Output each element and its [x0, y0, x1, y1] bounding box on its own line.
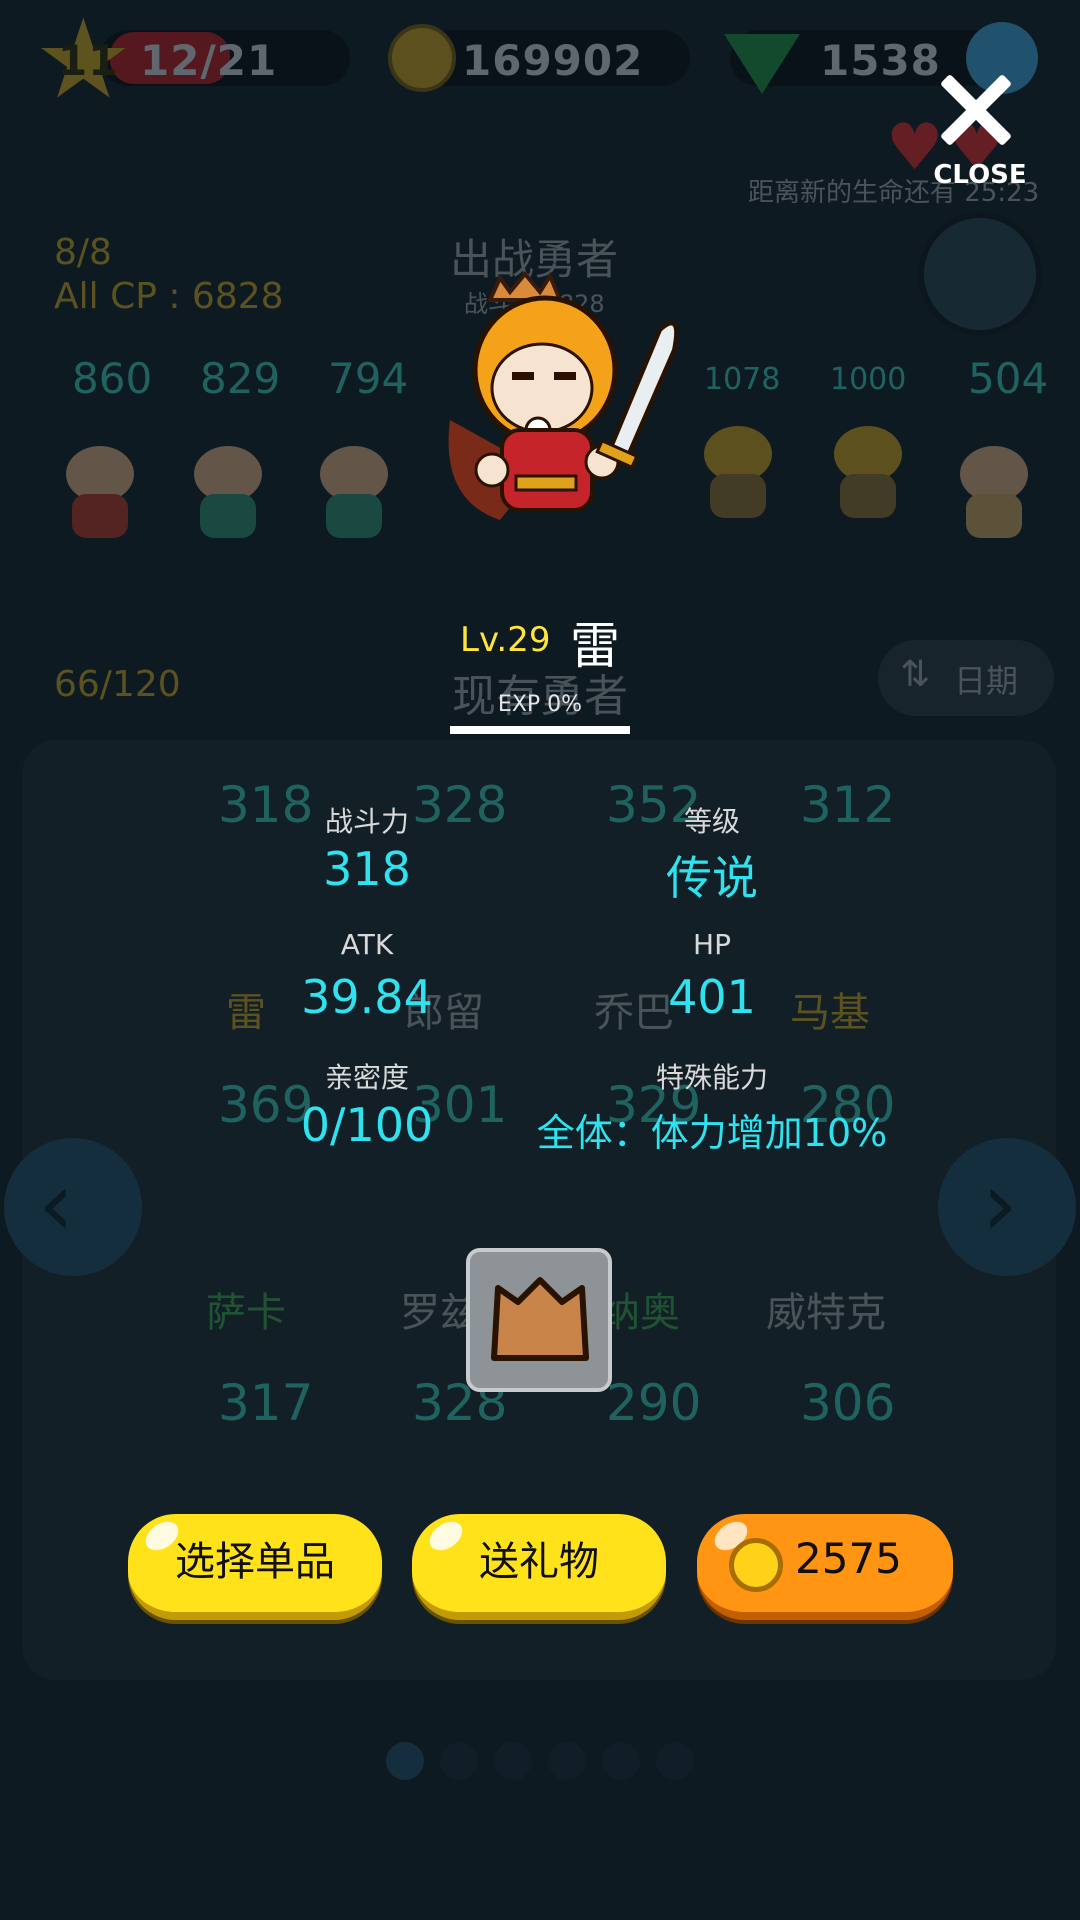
grid-cp: 290 [606, 1374, 702, 1432]
coin-icon [388, 24, 456, 92]
team-cp: 1000 [830, 362, 907, 397]
exp-bar [450, 726, 630, 734]
select-item-label: 选择单品 [175, 1539, 335, 1585]
coin-count: 169902 [462, 36, 644, 85]
stat-label-power: 战斗力 [324, 805, 409, 838]
next-page-button[interactable]: › [938, 1138, 1076, 1276]
sort-icon: ⇅ [900, 654, 931, 695]
page-dot[interactable] [440, 1742, 478, 1780]
team-cp: 829 [200, 354, 281, 403]
stat-value-grade: 传说 [666, 851, 758, 905]
team-cp: 860 [72, 354, 153, 403]
grid-hero-name: 萨卡 [206, 1290, 286, 1336]
exp-label: EXP 0% [497, 692, 583, 717]
sort-button[interactable]: ⇅ 日期 [878, 640, 1054, 716]
close-icon[interactable] [935, 70, 1015, 150]
buy-button[interactable]: 2575 [697, 1514, 953, 1620]
send-gift-label: 送礼物 [479, 1539, 599, 1585]
team-hero[interactable] [306, 440, 402, 540]
select-item-button[interactable]: 选择单品 [128, 1514, 382, 1620]
hero-level: Lv.29 [460, 620, 551, 660]
sort-label: 日期 [954, 662, 1019, 700]
chevron-right-icon: › [982, 1152, 1018, 1257]
grid-cp: 306 [800, 1374, 896, 1432]
team-cp: 1078 [704, 362, 781, 397]
stat-value-affinity: 0/100 [300, 1098, 434, 1152]
sword-icon [607, 321, 679, 463]
prev-page-button[interactable]: ‹ [4, 1138, 142, 1276]
send-gift-button[interactable]: 送礼物 [412, 1514, 666, 1620]
grid-hero-name: 纳奥 [600, 1290, 680, 1336]
team-hero[interactable] [820, 420, 916, 520]
grid-hero-name: 威特克 [766, 1290, 886, 1336]
stat-label-skill: 特殊能力 [655, 1061, 768, 1094]
page-dot[interactable] [494, 1742, 532, 1780]
team-hero[interactable] [180, 440, 276, 540]
hero-name: 雷 [570, 617, 620, 675]
hero-body [500, 428, 594, 512]
page-dot[interactable] [656, 1742, 694, 1780]
team-cp: 794 [328, 354, 409, 403]
buy-price: 2575 [795, 1534, 902, 1583]
stat-label-atk: ATK [340, 928, 394, 961]
equipped-item-slot[interactable] [466, 1248, 612, 1392]
player-level: 11 [58, 36, 119, 85]
team-hero[interactable] [52, 440, 148, 540]
team-close-button[interactable] [918, 212, 1042, 336]
stamina-value: 12/21 [140, 36, 278, 85]
gem-icon [724, 34, 800, 94]
stat-value-skill: 全体：体力增加10% [536, 1111, 888, 1155]
team-cp: 504 [968, 354, 1049, 403]
page-dot[interactable] [548, 1742, 586, 1780]
grid-cp: 317 [218, 1374, 314, 1432]
stat-label-grade: 等级 [683, 805, 740, 838]
chevron-left-icon: ‹ [38, 1152, 74, 1257]
stat-value-power: 318 [323, 842, 411, 896]
team-count: 8/8 [54, 232, 112, 273]
hero-portrait [448, 270, 679, 520]
hero-count: 66/120 [54, 664, 181, 705]
gem-count: 1538 [820, 36, 941, 85]
coin-icon [729, 1538, 783, 1592]
stat-value-atk: 39.84 [301, 970, 433, 1024]
page-dot-active[interactable] [386, 1742, 424, 1780]
crown-icon [491, 1277, 589, 1361]
team-hero[interactable] [946, 440, 1042, 540]
close-button-label[interactable]: CLOSE [930, 160, 1030, 190]
stat-label-hp: HP [693, 928, 731, 961]
stat-label-affinity: 亲密度 [324, 1061, 409, 1094]
page-dot[interactable] [602, 1742, 640, 1780]
stat-value-hp: 401 [668, 970, 756, 1024]
all-cp: All CP : 6828 [54, 276, 284, 317]
